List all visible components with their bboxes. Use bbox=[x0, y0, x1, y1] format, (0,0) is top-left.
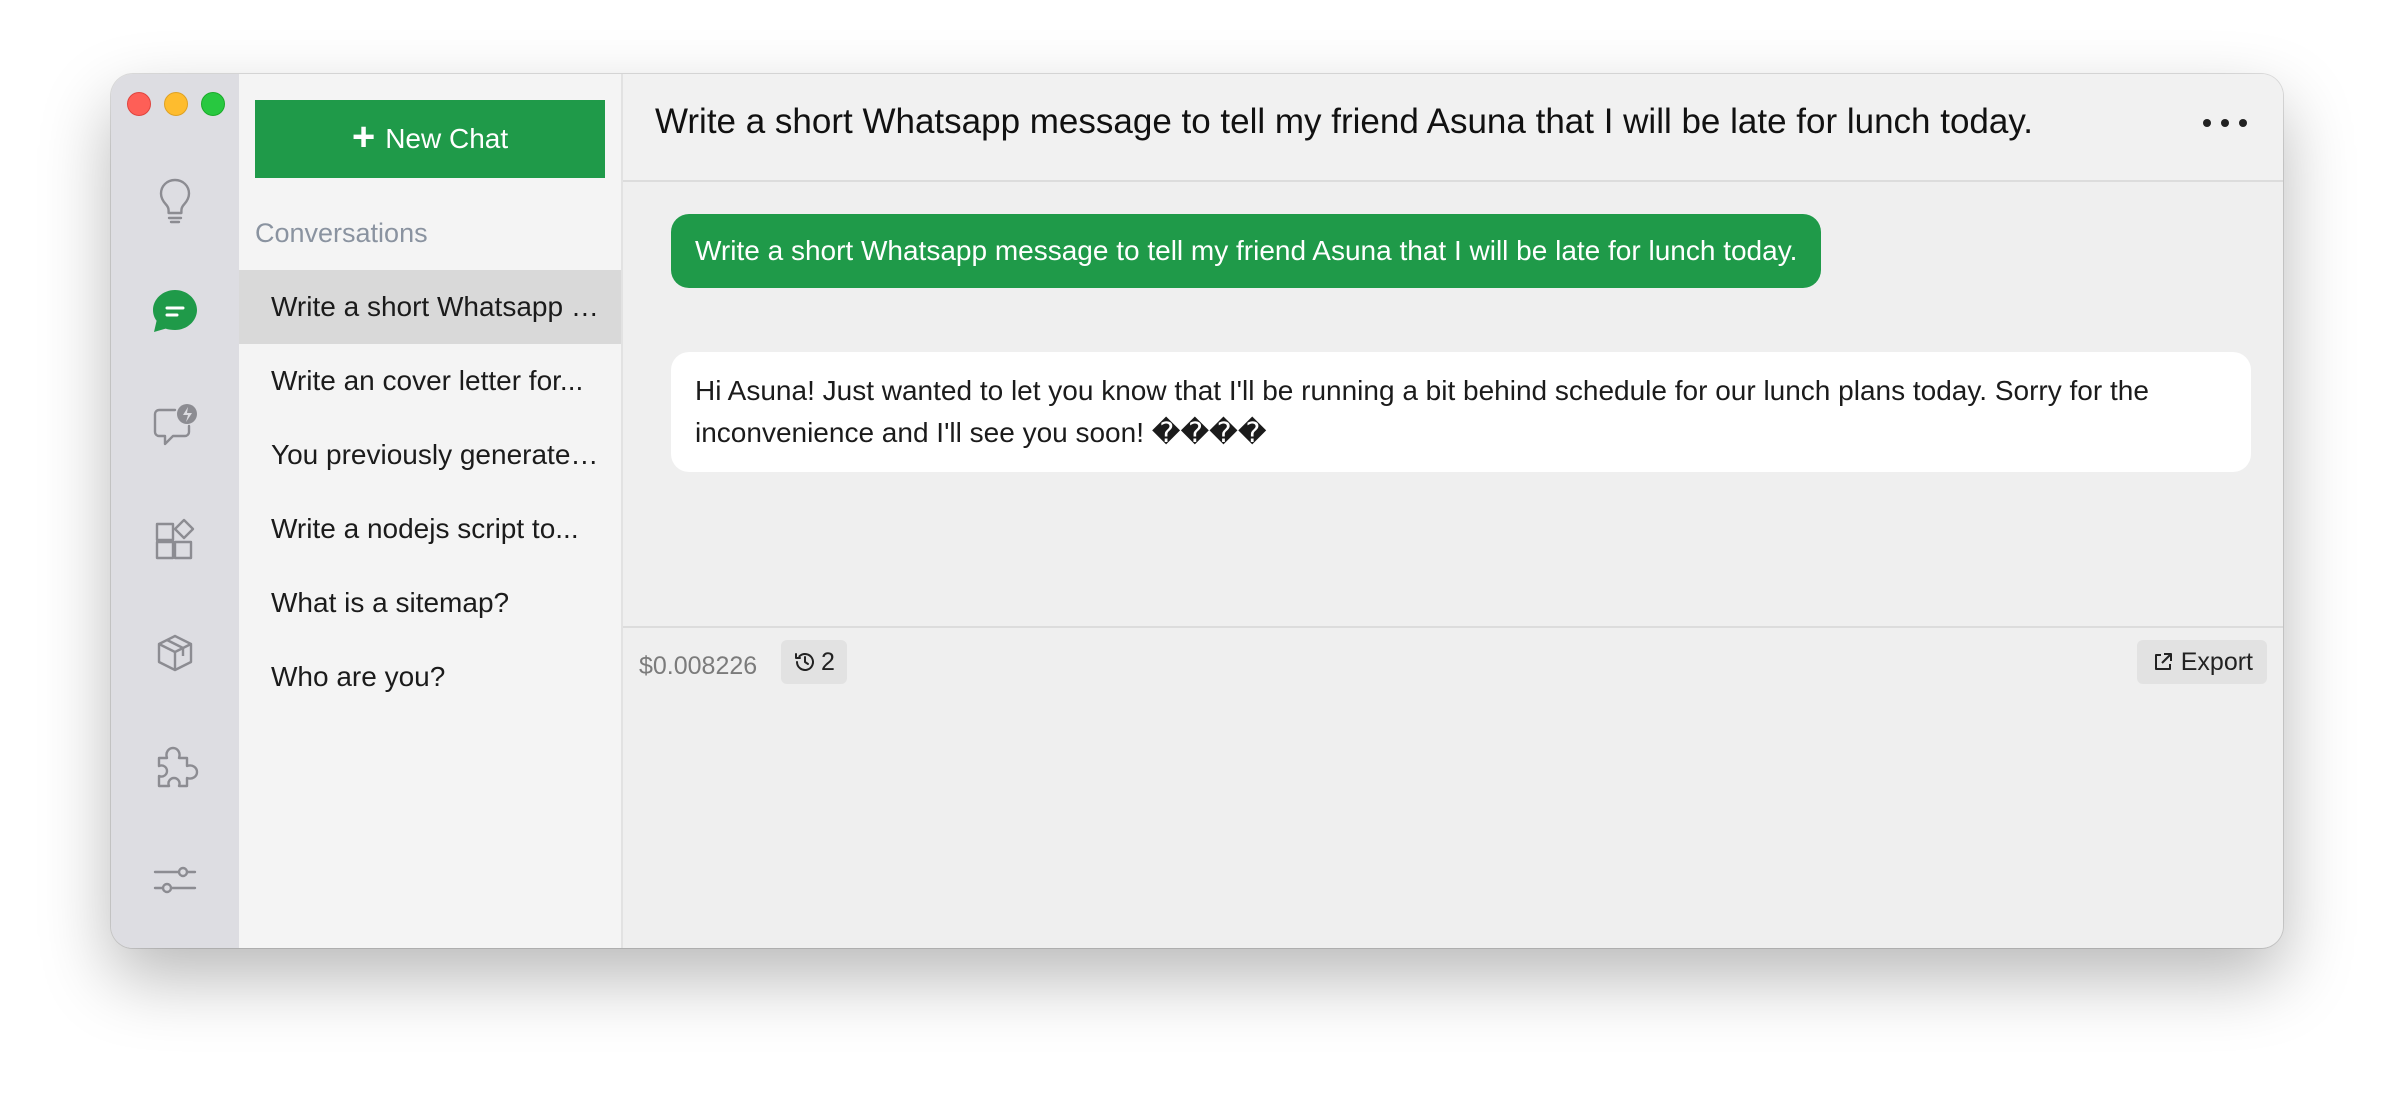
maximize-window-button[interactable] bbox=[201, 92, 225, 116]
chat-title: Write a short Whatsapp message to tell m… bbox=[655, 102, 2033, 141]
conversation-item[interactable]: Who are you? bbox=[239, 640, 621, 714]
rail-item-chat[interactable] bbox=[111, 280, 239, 344]
rail-item-quick-chat[interactable] bbox=[111, 394, 239, 458]
plus-icon: + bbox=[351, 115, 376, 159]
cost-label: $0.008226 bbox=[639, 652, 758, 680]
rail-item-widgets[interactable] bbox=[111, 508, 239, 572]
minimize-window-button[interactable] bbox=[164, 92, 188, 116]
conversation-item[interactable]: You previously generated... bbox=[239, 418, 621, 492]
export-label: Export bbox=[2180, 647, 2253, 676]
icon-rail bbox=[111, 74, 239, 948]
more-options-button[interactable] bbox=[2203, 108, 2247, 138]
app-window: + New Chat Conversations Write a short W… bbox=[111, 74, 2283, 948]
window-controls bbox=[127, 92, 225, 116]
settings-sliders-icon bbox=[153, 866, 197, 894]
history-icon bbox=[795, 653, 814, 671]
close-window-button[interactable] bbox=[127, 92, 151, 116]
conversation-list: Write a short Whatsapp message to tell m… bbox=[239, 270, 621, 714]
conversation-item[interactable]: Write a nodejs script to... bbox=[239, 492, 621, 566]
cube-icon bbox=[157, 634, 193, 672]
rail-item-settings[interactable] bbox=[111, 848, 239, 912]
conversation-item[interactable]: What is a sitemap? bbox=[239, 566, 621, 640]
conversation-item[interactable]: Write a short Whatsapp message to tell m… bbox=[239, 270, 621, 344]
ellipsis-icon bbox=[2203, 119, 2211, 127]
ellipsis-dot bbox=[2239, 119, 2247, 127]
new-chat-label: New Chat bbox=[385, 123, 509, 154]
chat-lightning-icon bbox=[153, 404, 197, 446]
rail-item-prompts[interactable] bbox=[111, 168, 239, 232]
conversation-sidebar: + New Chat Conversations Write a short W… bbox=[239, 74, 623, 948]
widgets-icon bbox=[155, 518, 195, 560]
user-message: Write a short Whatsapp message to tell m… bbox=[671, 214, 1822, 288]
share-icon bbox=[2154, 653, 2172, 670]
ellipsis-dot bbox=[2221, 119, 2229, 127]
footer-divider bbox=[623, 626, 2283, 628]
conversation-item[interactable]: Write an cover letter for... bbox=[239, 344, 621, 418]
new-chat-button[interactable]: + New Chat bbox=[255, 100, 605, 178]
assistant-message: Hi Asuna! Just wanted to let you know th… bbox=[671, 352, 2251, 472]
puzzle-icon bbox=[157, 746, 199, 788]
chat-header: Write a short Whatsapp message to tell m… bbox=[623, 74, 2283, 182]
rail-item-models[interactable] bbox=[111, 622, 239, 686]
chat-panel: Write a short Whatsapp message to tell m… bbox=[623, 74, 2283, 948]
history-count: 2 bbox=[821, 647, 835, 676]
chat-bubble-icon bbox=[153, 290, 197, 332]
export-button[interactable]: Export bbox=[2136, 640, 2267, 684]
lightbulb-icon bbox=[159, 178, 191, 224]
history-button[interactable]: 2 bbox=[781, 640, 847, 684]
conversations-heading: Conversations bbox=[255, 218, 428, 248]
rail-item-plugins[interactable] bbox=[111, 734, 239, 798]
